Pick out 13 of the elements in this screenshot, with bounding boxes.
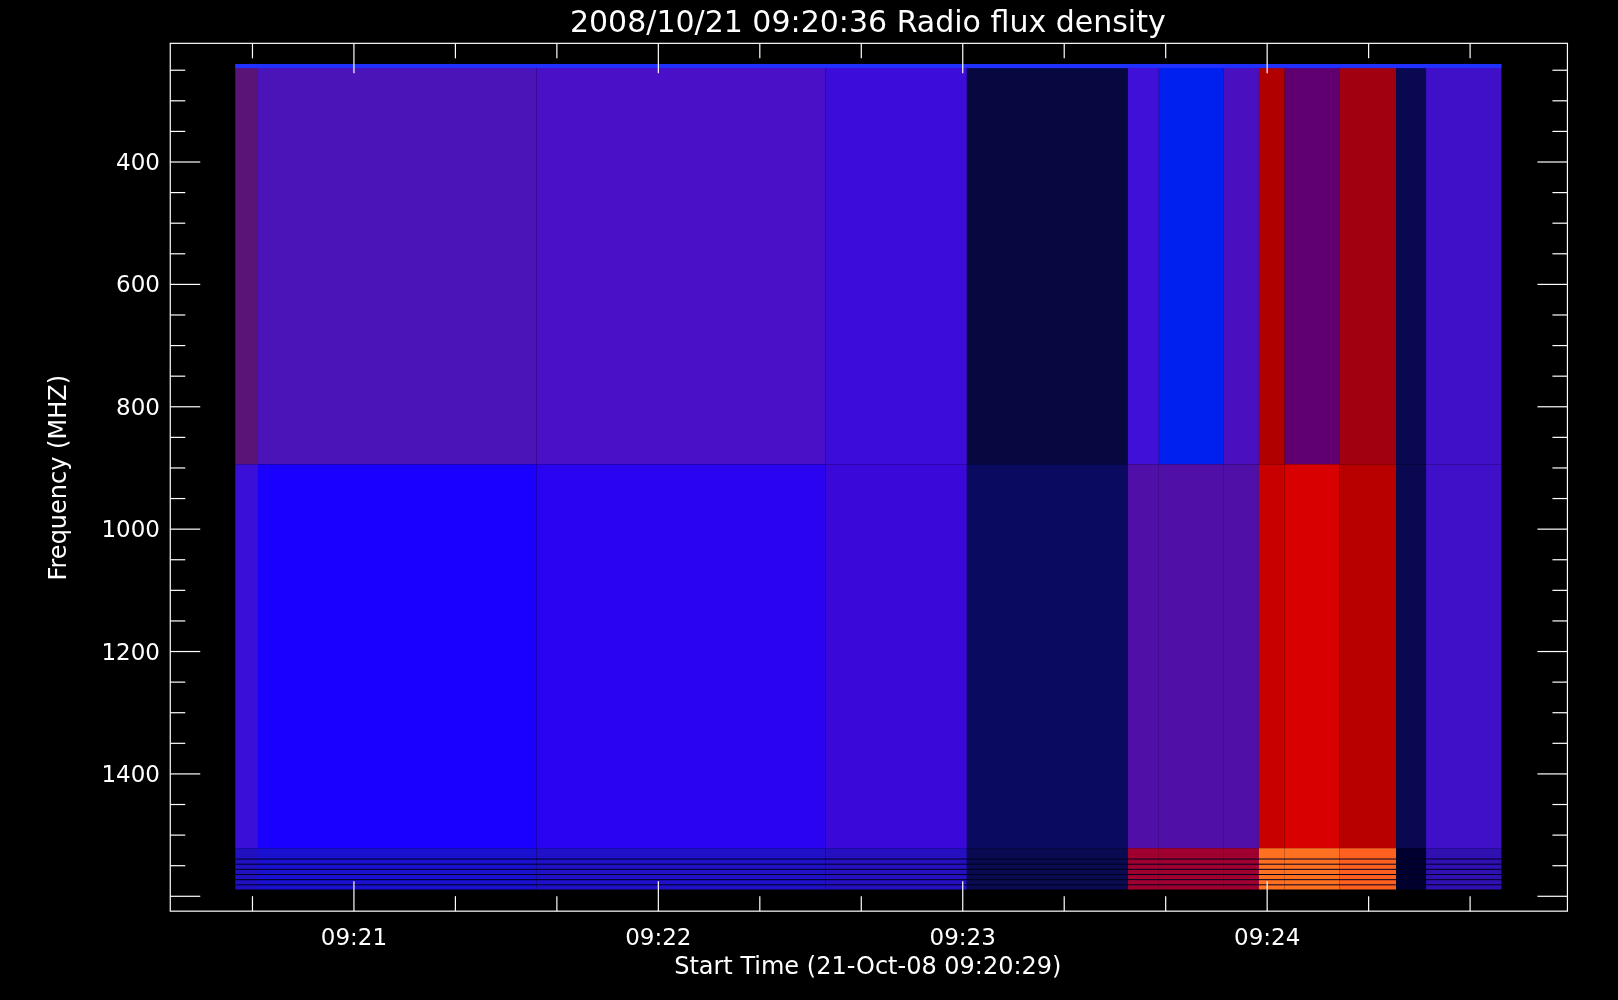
axis-tick-label: 600: [116, 271, 160, 298]
axis-tick-label: 09:22: [625, 924, 692, 951]
axis-tick-label: 1000: [101, 516, 160, 543]
axis-tick-label: 800: [116, 393, 160, 420]
axis-tick-label: 09:21: [320, 924, 388, 951]
axis-title: Start Time (21-Oct-08 09:20:29): [674, 952, 1062, 981]
axis-tick-label: 09:24: [1234, 924, 1301, 951]
axis-tick-label: 1400: [101, 760, 160, 787]
axis-title: Frequency (MHZ): [44, 375, 73, 581]
axis-tick-label: 09:23: [929, 924, 996, 951]
axis-tick-label: 400: [116, 149, 160, 175]
axis-tick-label: 1200: [101, 638, 160, 665]
chart-title: 2008/10/21 09:20:36 Radio flux density: [569, 4, 1166, 39]
